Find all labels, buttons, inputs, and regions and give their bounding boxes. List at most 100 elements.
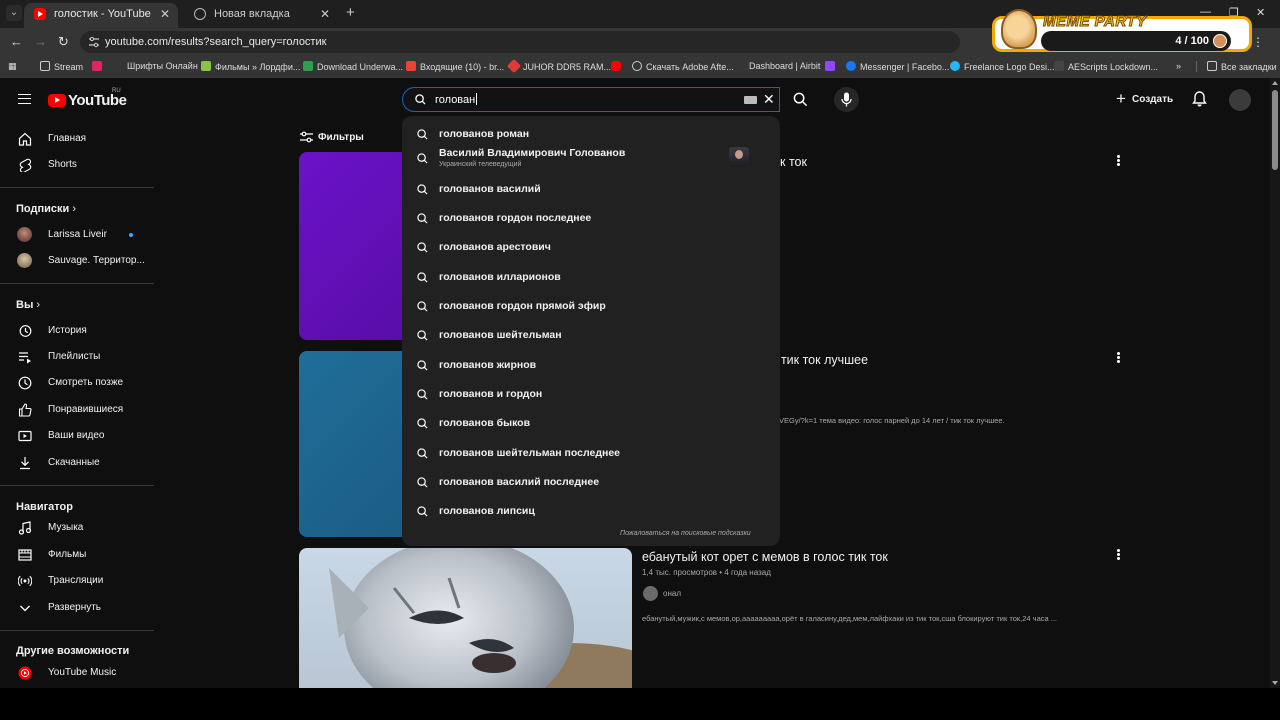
sidebar-item-expand[interactable]: Развернуть bbox=[0, 595, 154, 621]
bookmark-item[interactable]: Скачать Adobe Afte... bbox=[632, 61, 734, 72]
bookmark-item[interactable]: AEScripts Lockdown... bbox=[1054, 61, 1158, 72]
sidebar-item-history[interactable]: История bbox=[0, 318, 154, 344]
bookmark-item[interactable]: Messenger | Facebo... bbox=[846, 61, 949, 72]
bookmark-item[interactable]: Stream bbox=[40, 61, 83, 72]
navigator-heading: Навигатор bbox=[16, 501, 73, 513]
youtube-logo[interactable]: YouTube RU bbox=[48, 88, 127, 110]
video-menu-icon[interactable] bbox=[1114, 548, 1124, 562]
channel-link[interactable]: онал bbox=[643, 586, 681, 602]
report-suggestions-link[interactable]: Пожаловаться на поисковые подсказки bbox=[620, 530, 751, 537]
video-icon bbox=[18, 430, 32, 442]
tab-title: голостик - YouTube bbox=[54, 8, 151, 20]
page-scrollbar[interactable] bbox=[1270, 78, 1280, 688]
bell-icon[interactable] bbox=[1192, 91, 1207, 107]
suggestion-item[interactable]: голованов жирнов bbox=[402, 351, 780, 379]
sidebar-item-home[interactable]: Главная bbox=[0, 126, 154, 152]
clear-search-icon[interactable]: ✕ bbox=[763, 91, 775, 108]
close-window-icon[interactable]: ✕ bbox=[1256, 6, 1265, 19]
search-button[interactable] bbox=[781, 86, 821, 113]
sidebar-item-subscription[interactable]: Sauvage. Территор... bbox=[0, 248, 154, 274]
avatar[interactable] bbox=[1229, 89, 1251, 111]
bookmark-item[interactable] bbox=[92, 61, 106, 72]
video-title[interactable]: ебанутый кот орет с мемов в голос тик то… bbox=[642, 550, 888, 564]
address-bar[interactable]: youtube.com/results?search_query=голости… bbox=[80, 31, 960, 53]
scrollbar-thumb[interactable] bbox=[1272, 90, 1278, 170]
video-title[interactable]: / тик ток лучшее bbox=[774, 353, 868, 367]
bookmark-item[interactable]: Dashboard | Airbit bbox=[749, 61, 820, 71]
bookmark-item[interactable]: Freelance Logo Desi... bbox=[950, 61, 1055, 72]
search-query[interactable]: голован bbox=[435, 93, 478, 106]
sidebar-item-label: Развернуть bbox=[48, 602, 102, 613]
video-thumbnail[interactable] bbox=[299, 548, 632, 688]
browser-menu-icon[interactable]: ⋮ bbox=[1252, 35, 1264, 49]
voice-search-button[interactable] bbox=[834, 87, 859, 112]
suggestion-item[interactable]: голованов арестович bbox=[402, 233, 780, 261]
suggestion-item[interactable]: голованов и гордон bbox=[402, 380, 780, 408]
menu-icon[interactable] bbox=[18, 94, 31, 104]
bookmark-item[interactable]: Входящие (10) - br... bbox=[406, 61, 504, 72]
folder-icon bbox=[40, 61, 50, 71]
sidebar-item-watch-later[interactable]: Смотреть позже bbox=[0, 370, 154, 396]
sidebar-item-playlists[interactable]: Плейлисты bbox=[0, 344, 154, 370]
tab-new[interactable]: Новая вкладка ✕ bbox=[184, 3, 338, 28]
sidebar-item-your-videos[interactable]: Ваши видео bbox=[0, 423, 154, 449]
bookmark-item[interactable]: JUHOR DDR5 RAM... bbox=[506, 58, 611, 74]
tab-search-icon[interactable]: ⌄ bbox=[6, 5, 22, 21]
bookmark-item[interactable]: Download Underwa... bbox=[303, 61, 403, 72]
search-icon bbox=[417, 129, 428, 140]
back-arrow-icon[interactable]: ← bbox=[10, 34, 23, 49]
bookmark-item[interactable] bbox=[611, 61, 625, 72]
sidebar-item-music[interactable]: Музыка bbox=[0, 515, 154, 541]
site-settings-icon[interactable] bbox=[88, 36, 100, 48]
bookmark-item[interactable]: Шрифты Онлайн bbox=[127, 61, 198, 71]
suggestion-item[interactable]: голованов гордон последнее bbox=[402, 204, 780, 232]
suggestion-item[interactable]: голованов гордон прямой эфир bbox=[402, 292, 780, 320]
microphone-icon bbox=[841, 92, 852, 107]
apps-grid-icon[interactable]: ▦ bbox=[8, 61, 17, 72]
keyboard-icon[interactable] bbox=[744, 96, 757, 104]
suggestion-item[interactable]: Василий Владимирович Голованов Украинский… bbox=[402, 144, 780, 172]
tab-close-icon[interactable]: ✕ bbox=[320, 3, 330, 25]
coin-icon bbox=[1213, 34, 1227, 48]
divider bbox=[0, 485, 154, 486]
new-tab-button[interactable]: + bbox=[346, 4, 355, 21]
scroll-down-icon[interactable] bbox=[1272, 681, 1278, 685]
video-menu-icon[interactable] bbox=[1114, 154, 1124, 168]
suggestion-item[interactable]: голованов быков bbox=[402, 409, 780, 437]
suggestion-item[interactable]: голованов василий bbox=[402, 175, 780, 203]
all-bookmarks-button[interactable]: Все закладки bbox=[1196, 61, 1277, 72]
sidebar-item-live[interactable]: Трансляции bbox=[0, 568, 154, 594]
sidebar-item-label: История bbox=[48, 325, 87, 336]
sidebar-item-films[interactable]: Фильмы bbox=[0, 542, 154, 568]
sidebar-item-youtube-music[interactable]: YouTube Music bbox=[0, 660, 154, 686]
sidebar-item-downloads[interactable]: Скачанные bbox=[0, 450, 154, 476]
video-menu-icon[interactable] bbox=[1114, 351, 1124, 365]
video-title[interactable]: к ток bbox=[780, 155, 807, 169]
bookmark-item[interactable] bbox=[825, 61, 839, 72]
suggestion-item[interactable]: голованов илларионов bbox=[402, 263, 780, 291]
suggestion-item[interactable]: голованов шейтельман последнее bbox=[402, 439, 780, 467]
sidebar-item-liked[interactable]: Понравившиеся bbox=[0, 397, 154, 423]
sidebar-item-shorts[interactable]: Shorts bbox=[0, 152, 154, 178]
bookmark-item[interactable]: Фильмы » Лордфи... bbox=[201, 61, 300, 72]
you-heading[interactable]: Вы › bbox=[16, 299, 40, 311]
suggestion-text: голованов василий bbox=[439, 183, 541, 195]
subscriptions-heading[interactable]: Подписки › bbox=[16, 203, 76, 215]
film-icon bbox=[18, 549, 32, 561]
tab-close-icon[interactable]: ✕ bbox=[160, 3, 170, 25]
tab-youtube[interactable]: голостик - YouTube ✕ bbox=[24, 3, 178, 28]
suggestion-item[interactable]: голованов липсиц bbox=[402, 497, 780, 525]
sidebar-item-subscription[interactable]: Larissa Liveir bbox=[0, 222, 154, 248]
suggestion-item[interactable]: голованов василий последнее bbox=[402, 468, 780, 496]
suggestion-text: голованов гордон прямой эфир bbox=[439, 300, 606, 312]
filters-button[interactable]: Фильтры bbox=[300, 131, 364, 143]
suggestion-item[interactable]: голованов шейтельман bbox=[402, 321, 780, 349]
create-button[interactable]: Создать bbox=[1112, 88, 1173, 111]
meme-party-widget: MEME PARTY 4 / 100 bbox=[992, 9, 1252, 52]
forward-arrow-icon[interactable]: → bbox=[34, 34, 47, 49]
bookmarks-overflow-button[interactable]: » bbox=[1176, 61, 1181, 71]
search-input[interactable]: голован ✕ bbox=[402, 87, 780, 112]
scroll-up-icon[interactable] bbox=[1272, 81, 1278, 85]
search-icon bbox=[417, 242, 428, 253]
reload-icon[interactable]: ↻ bbox=[58, 34, 69, 50]
